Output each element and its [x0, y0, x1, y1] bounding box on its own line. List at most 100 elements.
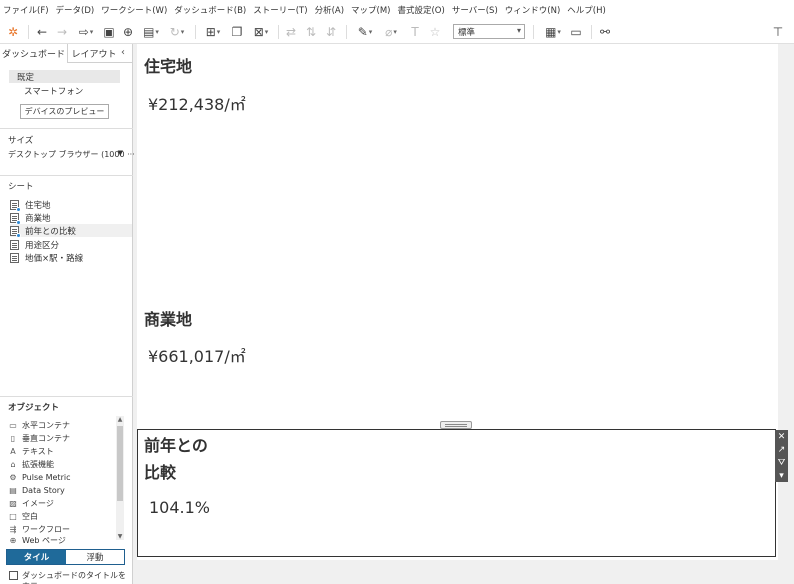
highlight-icon[interactable]: ✎ ▾	[354, 24, 376, 40]
collapse-icon[interactable]: ‹	[121, 47, 125, 58]
sidebar-tabs: ダッシュボード レイアウト ‹	[0, 44, 133, 63]
scroll-up-icon[interactable]: ▲	[116, 416, 124, 423]
sheet-item-residential[interactable]: 住宅地	[10, 198, 132, 212]
horizontal-container-icon: ▭	[9, 420, 17, 430]
object-label: Pulse Metric	[22, 472, 71, 482]
resize-handle[interactable]	[440, 421, 472, 429]
sheet-item-commercial[interactable]: 商業地	[10, 211, 132, 225]
clear-sheet-icon[interactable]: ⊠ ▾	[250, 24, 272, 40]
menu-worksheet[interactable]: ワークシート(W)	[101, 4, 167, 16]
toolbar-separator	[28, 25, 29, 39]
save-icon[interactable]: ▣	[102, 24, 116, 40]
device-preview-button[interactable]: デバイスのプレビュー	[20, 104, 109, 119]
extension-icon: ⌂	[10, 459, 16, 469]
new-worksheet-icon[interactable]: ⊞ ▾	[202, 24, 224, 40]
tile-button[interactable]: タイル	[7, 550, 66, 564]
sort-ascending-icon[interactable]: ⇅	[304, 24, 318, 40]
yoy-title-line2: 比較	[144, 463, 177, 482]
redo-icon[interactable]: →	[55, 24, 69, 40]
back-to-data-icon[interactable]: ⇨ ▾	[74, 24, 98, 40]
selected-zone[interactable]: 前年との 比較 104.1%	[137, 429, 776, 557]
tab-layout[interactable]: レイアウト	[68, 44, 120, 63]
remove-icon[interactable]: ✕	[775, 430, 788, 443]
go-to-sheet-icon[interactable]: ↗	[775, 443, 788, 456]
size-section-title: サイズ	[8, 136, 34, 146]
share-icon[interactable]: ⚯	[598, 24, 612, 40]
zone-toolbar: ✕ ↗ ⛛ ▾	[775, 430, 788, 482]
menu-story[interactable]: ストーリー(T)	[253, 4, 307, 16]
web-page-icon: ⊕	[9, 536, 17, 545]
toolbar-separator	[346, 25, 347, 39]
sort-descending-icon[interactable]: ⇵	[324, 24, 338, 40]
size-select-value: デスクトップ ブラウザー (1000 ···	[8, 150, 135, 159]
show-cards-icon[interactable]: ▦ ▾	[541, 24, 565, 40]
object-web-page[interactable]: ⊕ Web ページ	[8, 536, 116, 545]
menu-server[interactable]: サーバー(S)	[452, 4, 498, 16]
scroll-down-icon[interactable]: ▼	[116, 533, 124, 540]
duplicate-icon[interactable]: ❐	[230, 24, 244, 40]
toolbar-separator	[533, 25, 534, 39]
menu-file[interactable]: ファイル(F)	[3, 4, 49, 16]
pause-updates-icon[interactable]: ▤ ▾	[141, 24, 161, 40]
object-vertical-container[interactable]: ▯ 垂直コンテナ	[8, 432, 116, 444]
presentation-mode-icon[interactable]: ▭	[569, 24, 583, 40]
device-default[interactable]: 既定	[9, 70, 120, 83]
filter-icon[interactable]: ⛛	[775, 456, 788, 469]
tile-float-toggle: タイル 浮動	[6, 549, 125, 565]
object-blank[interactable]: □ 空白	[8, 510, 116, 522]
sheet-icon	[10, 225, 21, 238]
show-labels-icon[interactable]: T	[408, 24, 422, 40]
tab-dashboard[interactable]: ダッシュボード	[0, 44, 68, 63]
blank-icon: □	[9, 511, 17, 521]
object-label: 垂直コンテナ	[22, 433, 70, 443]
yoy-title-line1: 前年との	[144, 436, 208, 455]
divider	[0, 175, 133, 176]
device-phone[interactable]: スマートフォン	[24, 85, 83, 97]
sheet-item-usage[interactable]: 用途区分	[10, 238, 132, 251]
tableau-logo-icon[interactable]: ✲	[6, 24, 20, 40]
object-horizontal-container[interactable]: ▭ 水平コンテナ	[8, 419, 116, 431]
show-title-checkbox[interactable]	[9, 571, 18, 580]
sheet-label: 地価×駅・路線	[25, 253, 84, 264]
menu-help[interactable]: ヘルプ(H)	[567, 4, 606, 16]
object-label: テキスト	[22, 446, 54, 456]
object-data-story[interactable]: ▤ Data Story	[8, 484, 116, 496]
object-workflow[interactable]: ⇶ ワークフロー	[8, 523, 116, 535]
object-label: イメージ	[22, 498, 54, 508]
sheet-label: 住宅地	[25, 200, 51, 211]
sheet-icon	[10, 199, 21, 212]
object-extension[interactable]: ⌂ 拡張機能	[8, 458, 116, 470]
residential-title: 住宅地	[144, 57, 193, 76]
object-label: 水平コンテナ	[22, 420, 70, 430]
more-options-icon[interactable]: ▾	[775, 469, 788, 482]
sheet-icon	[10, 239, 19, 250]
toolbar-separator	[195, 25, 196, 39]
object-pulse-metric[interactable]: ⚙ Pulse Metric	[8, 471, 116, 483]
objects-scrollbar[interactable]: ▲ ▼	[116, 416, 124, 540]
show-me-icon[interactable]: ⊤	[771, 24, 785, 40]
toolbar-separator	[278, 25, 279, 39]
pulse-metric-icon: ⚙	[9, 472, 17, 482]
refresh-icon[interactable]: ↻ ▾	[166, 24, 188, 40]
float-button[interactable]: 浮動	[66, 550, 124, 564]
fit-select[interactable]: 標準 ▾	[453, 24, 525, 39]
menu-analysis[interactable]: 分析(A)	[315, 4, 344, 16]
size-select[interactable]: デスクトップ ブラウザー (1000 ··· ▼	[8, 149, 135, 160]
swap-icon[interactable]: ⇄	[284, 24, 298, 40]
menu-dashboard[interactable]: ダッシュボード(B)	[174, 4, 246, 16]
object-image[interactable]: ▨ イメージ	[8, 497, 116, 509]
sheet-item-station[interactable]: 地価×駅・路線	[10, 251, 132, 264]
used-indicator-icon	[16, 232, 21, 238]
menu-window[interactable]: ウィンドウ(N)	[505, 4, 561, 16]
scrollbar-thumb[interactable]	[117, 426, 123, 501]
menu-format[interactable]: 書式設定(O)	[397, 4, 444, 16]
group-icon[interactable]: ⌀ ▾	[380, 24, 402, 40]
new-data-source-icon[interactable]: ⊕	[121, 24, 135, 40]
object-text[interactable]: A テキスト	[8, 445, 116, 457]
fix-axes-icon[interactable]: ☆	[428, 24, 442, 40]
menu-data[interactable]: データ(D)	[56, 4, 95, 16]
sheet-item-yoy[interactable]: 前年との比較	[10, 224, 132, 238]
menu-map[interactable]: マップ(M)	[351, 4, 390, 16]
undo-icon[interactable]: ←	[35, 24, 49, 40]
objects-section-title: オブジェクト	[8, 403, 60, 413]
